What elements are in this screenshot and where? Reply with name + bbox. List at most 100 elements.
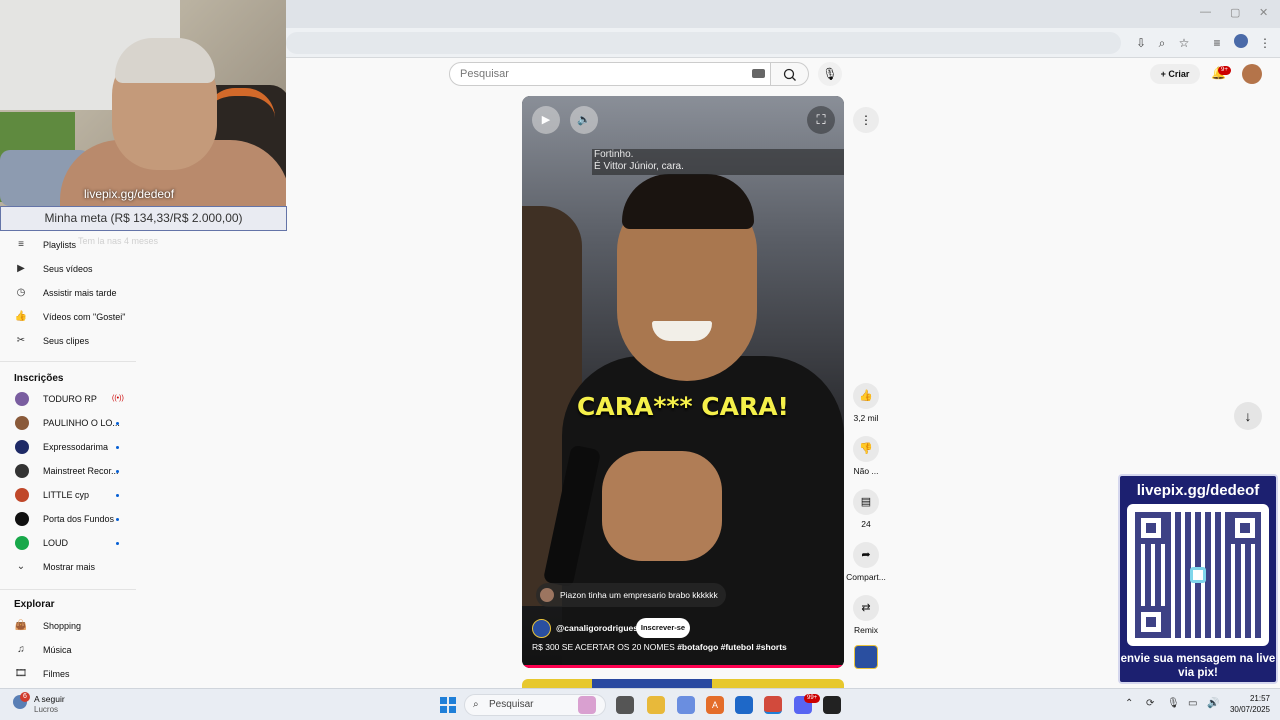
task-view-icon[interactable] <box>616 696 634 714</box>
tray-chevron-icon[interactable]: ⌃ <box>1125 698 1133 709</box>
subscription-item-label: LOUD <box>43 538 69 548</box>
live-icon: ((•)) <box>112 395 124 402</box>
microphone-icon[interactable]: 🎙 <box>818 62 842 86</box>
subscription-item[interactable]: PAULINHO O LO... <box>0 412 136 434</box>
shopping-bag-icon: 👜 <box>14 620 28 631</box>
copilot-icon[interactable] <box>677 696 695 714</box>
browser-profile-avatar[interactable] <box>1234 34 1248 48</box>
channel-avatar <box>15 488 29 502</box>
file-explorer-icon[interactable] <box>647 696 665 714</box>
qr-url-text: livepix.gg/dedeof <box>1136 482 1260 499</box>
keyboard-icon[interactable] <box>752 69 765 78</box>
streamer-hair <box>115 38 215 83</box>
next-short-button[interactable]: ↓ <box>1234 402 1262 430</box>
obs-icon[interactable] <box>823 696 841 714</box>
subscription-item[interactable]: LOUD <box>0 532 136 554</box>
explore-heading: Explorar <box>14 599 55 610</box>
sound-thumbnail[interactable] <box>854 645 878 669</box>
windows-start-icon[interactable] <box>440 697 456 713</box>
sidebar-divider <box>0 589 136 590</box>
taskbar-time[interactable]: 21:57 <box>1240 694 1270 703</box>
sidebar-item-2[interactable]: ◷ Assistir mais tarde <box>0 282 136 304</box>
minimize-icon[interactable]: — <box>1200 6 1211 18</box>
comments-button[interactable]: ▤ 24 <box>846 489 886 529</box>
pinned-comment[interactable]: Piazon tinha um empresario brabo kkkkkk <box>536 583 726 607</box>
create-button[interactable]: + Criar <box>1150 64 1200 84</box>
search-button[interactable] <box>771 62 809 86</box>
channel-avatar <box>15 512 29 526</box>
widgets-title[interactable]: A seguir <box>34 694 65 704</box>
subscription-item[interactable]: Mainstreet Recor... <box>0 460 136 482</box>
sidebar-item-1[interactable]: ▶ Seus vídeos <box>0 258 136 280</box>
chrome-icon[interactable] <box>764 696 782 714</box>
new-content-dot <box>116 518 119 521</box>
thumbs-up-icon: 👍 <box>14 311 28 322</box>
subscription-item[interactable]: LITTLE cyp <box>0 484 136 506</box>
remix-button[interactable]: ⇄ Remix <box>846 595 886 635</box>
store-icon[interactable] <box>735 696 753 714</box>
ghost-caption-text: Tem la nas 4 meses <box>78 236 159 246</box>
volume-button[interactable]: 🔈 <box>570 106 598 134</box>
subscription-item[interactable]: Porta dos Fundos <box>0 508 136 530</box>
app-a-icon[interactable]: A <box>706 696 724 714</box>
explore-item-2[interactable]: 🎞 Filmes <box>0 663 136 685</box>
explore-item-1-label: Música <box>43 645 72 655</box>
qr-finder <box>1135 606 1167 638</box>
shorts-player[interactable]: ▶ 🔈 ⛶ Fortinho. É Vittor Júnior, cara. C… <box>522 96 844 668</box>
subscribe-button[interactable]: Inscrever-se <box>636 618 690 638</box>
subscription-item[interactable]: Expressodarima <box>0 436 136 458</box>
comment-count: 24 <box>861 519 871 529</box>
microphone-tray-icon[interactable]: 🎙 <box>1167 698 1180 709</box>
sidebar-item-3[interactable]: 👍 Vídeos com "Gostei" <box>0 306 136 328</box>
maximize-icon[interactable]: ▢ <box>1230 6 1240 19</box>
subscription-item[interactable]: TODURO RP ((•)) <box>0 388 136 410</box>
share-label: Compart... <box>846 572 886 582</box>
close-icon[interactable]: ✕ <box>1259 6 1268 19</box>
show-more-button[interactable]: Mostrar mais ⌄ <box>0 556 136 578</box>
play-button[interactable]: ▶ <box>532 106 560 134</box>
tray-sync-icon[interactable]: ⟳ <box>1146 698 1154 709</box>
short-title[interactable]: R$ 300 SE ACERTAR OS 20 NOMES #botafogo … <box>532 642 787 652</box>
subscription-item-label: LITTLE cyp <box>43 490 90 500</box>
network-icon[interactable]: ▭ <box>1188 698 1197 709</box>
search-highlight-icon[interactable] <box>578 696 596 714</box>
search-icon <box>783 68 796 81</box>
channel-avatar[interactable] <box>532 619 551 638</box>
bookmark-star-icon[interactable]: ☆ <box>1175 34 1193 52</box>
search-input[interactable]: Pesquisar <box>449 62 771 86</box>
explore-item-0[interactable]: 👜 Shopping <box>0 615 136 637</box>
like-button[interactable]: 👍 3,2 mil <box>846 383 886 423</box>
subscription-item-label: Mainstreet Recor... <box>43 466 119 476</box>
windows-taskbar: 6 A seguir Lucros ⌕ Pesquisar A 99+ ⌃ ⟳ … <box>0 688 1280 720</box>
remix-label: Remix <box>853 625 879 635</box>
film-icon: 🎞 <box>14 668 28 679</box>
donation-goal-bar: Minha meta (R$ 134,33/R$ 2.000,00) <box>0 206 287 231</box>
media-controls-icon[interactable]: ≡ <box>1208 34 1226 52</box>
show-more-button-label: Mostrar mais <box>43 562 96 572</box>
sidebar-item-4[interactable]: ✂ Seus clipes <box>0 330 136 352</box>
share-button[interactable]: ➦ Compart... <box>846 542 886 582</box>
browser-menu-icon[interactable]: ⋮ <box>1256 34 1274 52</box>
qr-finder <box>1229 512 1261 544</box>
dislike-button[interactable]: 👎 Não ... <box>846 436 886 476</box>
explore-item-1[interactable]: ♫ Música <box>0 639 136 661</box>
subscription-item-label: Expressodarima <box>43 442 109 452</box>
subscriptions-heading[interactable]: Inscrições <box>14 373 63 384</box>
channel-avatar <box>15 392 29 406</box>
dislike-label: Não ... <box>853 466 879 476</box>
zoom-icon[interactable]: ⌕ <box>1153 34 1171 52</box>
url-field[interactable] <box>286 32 1121 54</box>
install-app-icon[interactable]: ⇩ <box>1132 34 1150 52</box>
channel-name[interactable]: @canaligorodrigues <box>556 619 638 637</box>
more-options-button[interactable]: ⋮ <box>853 107 879 133</box>
taskbar-date[interactable]: 30/07/2025 <box>1224 705 1270 714</box>
short-title-hashtags[interactable]: #botafogo #futebol #shorts <box>677 642 787 652</box>
fullscreen-button[interactable]: ⛶ <box>807 106 835 134</box>
explore-item-2-label: Filmes <box>43 669 70 679</box>
user-avatar[interactable] <box>1242 64 1262 84</box>
scissors-icon: ✂ <box>16 335 26 346</box>
sidebar-item-4-label: Seus clipes <box>43 336 90 346</box>
widgets-subtitle[interactable]: Lucros <box>34 705 58 714</box>
progress-bar[interactable] <box>522 665 844 668</box>
speaker-icon[interactable]: 🔊 <box>1207 698 1219 709</box>
